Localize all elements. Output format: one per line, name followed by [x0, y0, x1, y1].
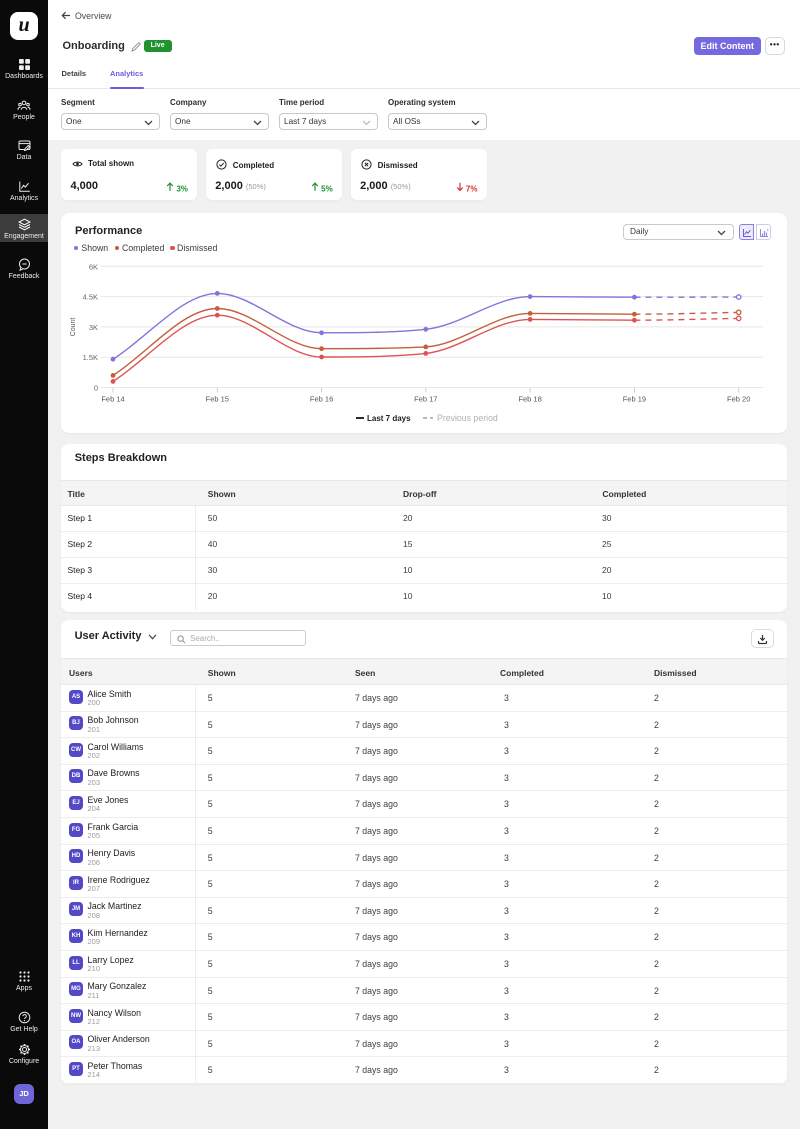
svg-text:Feb 16: Feb 16 [310, 395, 333, 404]
svg-text:Feb 15: Feb 15 [206, 395, 229, 404]
svg-text:Feb 18: Feb 18 [518, 395, 541, 404]
svg-text:Count: Count [70, 318, 77, 337]
svg-text:3K: 3K [89, 323, 98, 332]
svg-text:Feb 20: Feb 20 [727, 395, 750, 404]
svg-text:6K: 6K [89, 262, 98, 271]
svg-text:Previous period: Previous period [437, 413, 498, 423]
svg-text:Feb 19: Feb 19 [623, 395, 646, 404]
svg-text:4.5K: 4.5K [83, 293, 98, 302]
svg-text:Feb 17: Feb 17 [414, 395, 437, 404]
svg-text:Last 7 days: Last 7 days [367, 414, 411, 423]
svg-text:0: 0 [94, 384, 98, 393]
svg-text:1.5K: 1.5K [83, 353, 98, 362]
svg-text:Feb 14: Feb 14 [101, 395, 124, 404]
